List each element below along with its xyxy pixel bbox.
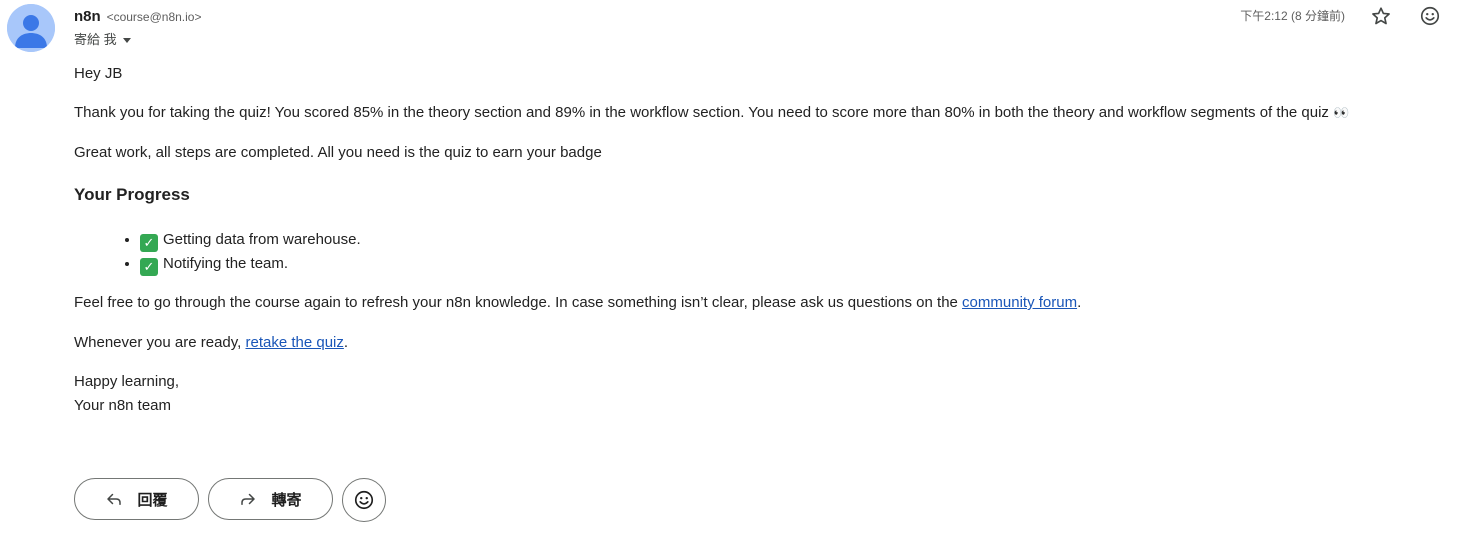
email-view: n8n <course@n8n.io> 寄給 我 下午2:12 (8 分鐘前) … xyxy=(0,0,1466,549)
recipient-label: 寄給 我 xyxy=(74,32,117,47)
reply-arrow-icon xyxy=(105,490,123,508)
reply-button[interactable]: 回覆 xyxy=(74,478,199,520)
completion-paragraph: Great work, all steps are completed. All… xyxy=(74,144,602,161)
sender-avatar[interactable] xyxy=(7,4,55,52)
signoff-line-2: Your n8n team xyxy=(74,397,172,414)
forward-label: 轉寄 xyxy=(271,491,302,509)
recipient-line: 寄給 我 xyxy=(74,30,131,50)
eyes-emoji-icon: 👀 xyxy=(1333,105,1349,120)
progress-item-label: Getting data from warehouse. xyxy=(163,231,361,248)
signoff: Happy learning, Your n8n team xyxy=(74,370,179,418)
progress-heading: Your Progress xyxy=(74,185,190,204)
sender-line: n8n <course@n8n.io> xyxy=(74,6,201,27)
community-forum-link[interactable]: community forum xyxy=(962,294,1077,311)
quiz-result-paragraph: Thank you for taking the quiz! You score… xyxy=(74,101,1349,125)
person-avatar-icon xyxy=(7,4,55,52)
sender-name[interactable]: n8n xyxy=(74,8,101,25)
smiley-icon xyxy=(1420,6,1440,26)
quiz-result-text: Thank you for taking the quiz! You score… xyxy=(74,104,1329,121)
progress-item: ✓ Getting data from warehouse. xyxy=(140,228,361,252)
progress-list: ✓ Getting data from warehouse. ✓ Notifying… xyxy=(74,228,361,276)
signoff-line-1: Happy learning, xyxy=(74,373,180,390)
retake-paragraph-text: Whenever you are ready, xyxy=(74,334,246,351)
add-reaction-button[interactable] xyxy=(1416,2,1444,30)
course-paragraph: Feel free to go through the course again… xyxy=(74,291,1081,315)
forward-arrow-icon xyxy=(239,490,257,508)
greeting: Hey JB xyxy=(74,65,123,82)
progress-item: ✓ Notifying the team. xyxy=(140,252,361,276)
forward-button[interactable]: 轉寄 xyxy=(208,478,333,520)
message-actions: 回覆 轉寄 xyxy=(74,478,386,522)
retake-paragraph-end: . xyxy=(343,334,349,351)
retake-paragraph: Whenever you are ready, retake the quiz. xyxy=(74,331,348,355)
star-outline-icon xyxy=(1372,7,1390,25)
reply-label: 回覆 xyxy=(137,491,168,509)
check-mark-icon: ✓ xyxy=(140,258,158,276)
emoji-reaction-button[interactable] xyxy=(342,478,386,522)
course-paragraph-text: Feel free to go through the course again… xyxy=(74,294,963,311)
course-paragraph-end: . xyxy=(1077,294,1082,311)
progress-item-label: Notifying the team. xyxy=(163,255,289,272)
timestamp: 下午2:12 (8 分鐘前) xyxy=(1240,9,1345,23)
recipient-details-caret-icon[interactable] xyxy=(122,37,131,43)
smiley-icon xyxy=(354,490,374,510)
retake-quiz-link[interactable]: retake the quiz xyxy=(245,334,343,351)
sender-email: <course@n8n.io> xyxy=(106,10,202,24)
check-mark-icon: ✓ xyxy=(140,234,158,252)
star-button[interactable] xyxy=(1367,2,1395,30)
